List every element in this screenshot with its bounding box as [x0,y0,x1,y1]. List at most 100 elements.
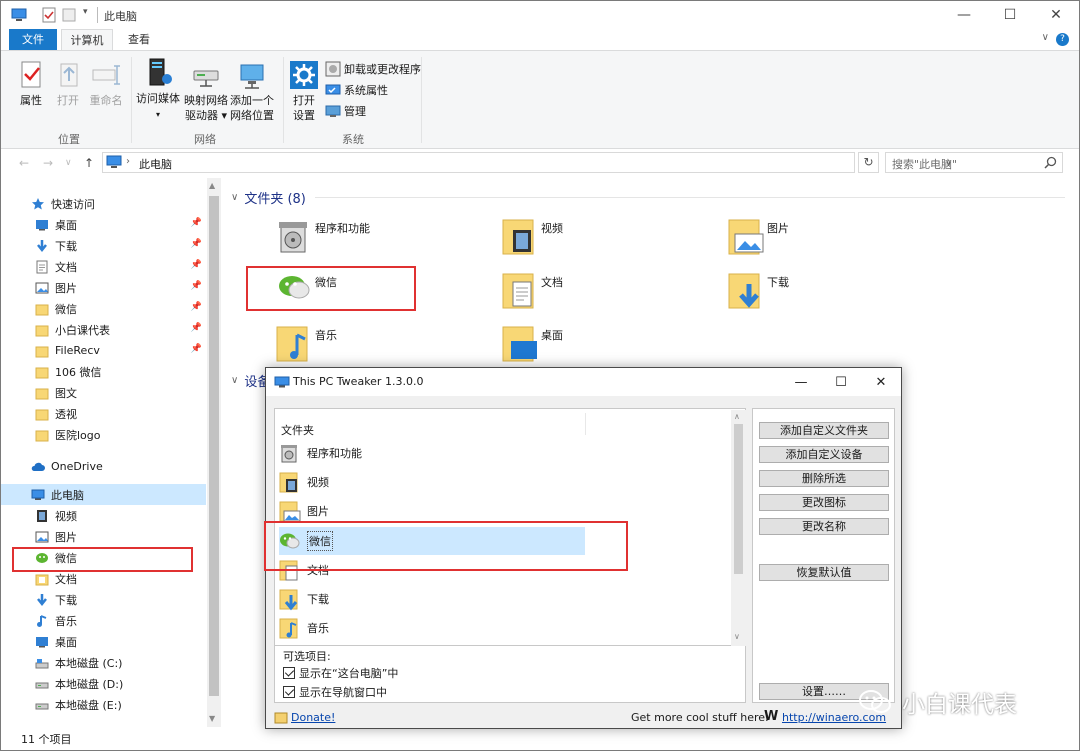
nav-item-hospital-logo[interactable]: 医院logo [1,424,206,445]
pin-icon[interactable]: 📌 [191,302,202,312]
help-icon[interactable]: ? [1056,33,1069,46]
change-icon-button[interactable]: 更改图标 [759,494,889,511]
address-row: ← → ∨ ↑ › 此电脑 ∨ ↻ 搜索"此电脑" [1,150,1079,176]
nav-quick-access[interactable]: 快速访问 [1,193,206,214]
title-bar: ▾ 此电脑 — ☐ ✕ [1,1,1079,29]
tab-file[interactable]: 文件 [9,29,57,50]
properties-button[interactable]: 属性 [13,59,49,108]
dialog-close-button[interactable]: ✕ [861,368,901,396]
change-name-button[interactable]: 更改名称 [759,518,889,535]
pin-icon[interactable]: 📌 [191,323,202,333]
folders-section-header[interactable]: ∨ 文件夹 (8) [231,188,306,207]
collapse-chevron-icon[interactable]: ∨ [231,192,238,203]
properties-quick-icon[interactable] [41,7,57,23]
search-input[interactable]: 搜索"此电脑" [892,156,957,172]
list-scrollbar[interactable]: ∧ ∨ [731,410,746,646]
nav-pc-downloads[interactable]: 下载 [1,589,206,610]
rename-button[interactable]: 重命名 [87,59,125,108]
breadcrumb-this-pc[interactable]: 此电脑 [139,156,172,172]
customize-qat-icon[interactable]: ▾ [83,7,88,17]
nav-item-documents[interactable]: 文档 📌 [1,256,206,277]
list-column-header[interactable]: 文件夹 [281,422,314,438]
show-in-this-pc-checkbox[interactable]: 显示在“这台电脑”中 [283,665,398,681]
map-network-drive-button[interactable]: 映射网络 驱动器 ▾ [183,59,229,123]
scroll-up-icon[interactable]: ▲ [209,181,215,190]
pin-icon[interactable]: 📌 [191,260,202,270]
list-item-videos[interactable]: 视频 [279,468,579,496]
checkbox-checked-icon[interactable] [283,667,295,679]
scroll-down-icon[interactable]: ∨ [734,632,740,641]
tab-view[interactable]: 查看 [119,29,159,50]
nav-scroll-thumb[interactable] [209,196,219,696]
nav-pc-pictures[interactable]: 图片 [1,526,206,547]
close-button[interactable]: ✕ [1033,1,1079,29]
delete-selected-button[interactable]: 删除所选 [759,470,889,487]
nav-pc-videos[interactable]: 视频 [1,505,206,526]
open-button[interactable]: 打开 [53,59,83,108]
nav-scrollbar[interactable]: ▲ ▼ [207,178,221,727]
pin-icon[interactable]: 📌 [191,239,202,249]
nav-item-xiaobai[interactable]: 小白课代表 📌 [1,319,206,340]
nav-pc-drive-d[interactable]: 本地磁盘 (D:) [1,673,206,694]
show-in-nav-pane-checkbox[interactable]: 显示在导航窗口中 [283,684,387,700]
nav-pc-desktop[interactable]: 桌面 [1,631,206,652]
tab-computer[interactable]: 计算机 [61,29,113,50]
add-custom-folder-button[interactable]: 添加自定义文件夹 [759,422,889,439]
scroll-up-icon[interactable]: ∧ [734,412,740,421]
checkbox-checked-icon[interactable] [283,686,295,698]
dialog-maximize-button[interactable]: ☐ [821,368,861,396]
nav-item-filerecv[interactable]: FileRecv 📌 [1,340,206,361]
folder-tile-documents[interactable]: 文档 [501,268,711,316]
list-item-downloads[interactable]: 下载 [279,585,579,613]
donate-link[interactable]: Donate! [291,711,335,724]
list-scroll-thumb[interactable] [734,424,743,574]
add-custom-device-button[interactable]: 添加自定义设备 [759,446,889,463]
pin-icon[interactable]: 📌 [191,281,202,291]
folder-tile-downloads[interactable]: 下载 [727,268,937,316]
column-separator[interactable] [585,413,586,435]
up-arrow-icon[interactable]: ↑ [84,156,94,170]
nav-item-desktop[interactable]: 桌面 📌 [1,214,206,235]
scroll-down-icon[interactable]: ▼ [209,714,215,723]
folder-tile-music[interactable]: 音乐 [275,321,485,369]
nav-item-106-wechat[interactable]: 106 微信 [1,361,206,382]
add-network-location-button[interactable]: 添加一个 网络位置 [229,59,275,123]
uninstall-program-button[interactable]: 卸载或更改程序 [325,60,421,78]
access-media-button[interactable]: 访问媒体 ▾ [135,57,181,122]
nav-onedrive[interactable]: OneDrive [1,456,206,477]
recent-locations-icon[interactable]: ∨ [65,158,72,168]
open-settings-button[interactable]: 打开 设置 [287,59,321,123]
pin-icon[interactable]: 📌 [191,344,202,354]
manage-button[interactable]: 管理 [325,102,366,120]
nav-pc-drive-c[interactable]: 本地磁盘 (C:) [1,652,206,673]
collapse-chevron-icon[interactable]: ∨ [231,375,238,386]
nav-item-wechat-folder[interactable]: 微信 📌 [1,298,206,319]
nav-this-pc[interactable]: 此电脑 [1,484,206,505]
nav-item-downloads[interactable]: 下载 📌 [1,235,206,256]
list-item-music[interactable]: 音乐 [279,614,579,642]
nav-item-pictures[interactable]: 图片 📌 [1,277,206,298]
folder-tile-programs[interactable]: 程序和功能 [275,214,485,262]
folder-tile-videos[interactable]: 视频 [501,214,711,262]
maximize-button[interactable]: ☐ [987,1,1033,29]
nav-pc-music[interactable]: 音乐 [1,610,206,631]
system-properties-button[interactable]: 系统属性 [325,81,388,99]
restore-defaults-button[interactable]: 恢复默认值 [759,564,889,581]
refresh-button[interactable]: ↻ [858,152,879,173]
folder-tile-desktop[interactable]: 桌面 [501,321,711,369]
breadcrumb-chevron-icon[interactable]: › [126,156,130,167]
minimize-button[interactable]: — [941,1,987,29]
nav-item-tuwen[interactable]: 图文 [1,382,206,403]
pin-icon[interactable]: 📌 [191,218,202,228]
back-arrow-icon[interactable]: ← [19,156,29,170]
collapse-ribbon-icon[interactable]: ∨ [1042,32,1049,43]
nav-item-toushi[interactable]: 透视 [1,403,206,424]
folder-tile-pictures[interactable]: 图片 [727,214,937,262]
nav-pc-drive-e[interactable]: 本地磁盘 (E:) [1,694,206,715]
forward-arrow-icon[interactable]: → [43,156,53,170]
address-bar[interactable]: › 此电脑 ∨ [102,152,952,173]
list-item-programs[interactable]: 程序和功能 [279,439,579,467]
search-box[interactable]: 搜索"此电脑" [885,152,1063,173]
dialog-minimize-button[interactable]: — [781,368,821,396]
new-folder-quick-icon[interactable] [61,7,77,23]
